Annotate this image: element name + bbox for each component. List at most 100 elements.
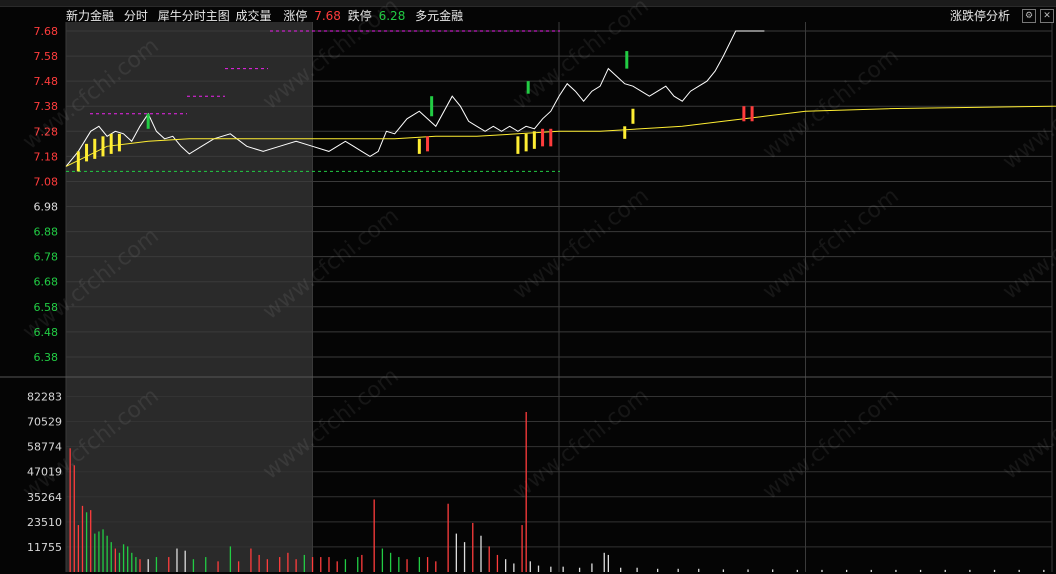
indicator-label[interactable]: 犀牛分时主图 — [158, 9, 230, 23]
volume-label[interactable]: 成交量 — [236, 9, 272, 23]
signal-candle — [93, 138, 97, 159]
volume-bar — [418, 557, 421, 572]
volume-bar — [504, 559, 507, 572]
volume-bar — [969, 569, 971, 572]
volume-bar — [139, 559, 141, 572]
volume-bar — [1018, 569, 1020, 572]
limit-down-value: 6.28 — [378, 9, 406, 23]
volume-bar — [529, 561, 531, 572]
volume-bar — [135, 557, 137, 572]
volume-bar — [250, 548, 252, 572]
signal-candle — [750, 106, 754, 122]
volume-bar — [463, 542, 466, 572]
watermark-text: www.cfchi.com — [998, 363, 1056, 484]
volume-bar — [488, 546, 490, 572]
volume-bar — [550, 566, 552, 572]
watermark-text: www.cfchi.com — [758, 383, 903, 504]
volume-bar — [591, 563, 593, 572]
price-tick-label: 7.48 — [34, 75, 59, 88]
volume-bar — [73, 465, 75, 572]
volume-bar — [127, 546, 129, 572]
signal-candle — [549, 128, 553, 147]
limit-up-label: 涨停 — [283, 9, 308, 23]
mode-label[interactable]: 分时 — [124, 9, 148, 23]
volume-bar — [796, 569, 798, 572]
volume-tick-label: 23510 — [27, 516, 62, 529]
volume-bar — [772, 569, 774, 572]
price-tick-label: 6.68 — [34, 276, 59, 289]
volume-bar — [94, 533, 96, 572]
price-tick-label: 7.58 — [34, 50, 59, 63]
volume-bar — [229, 546, 232, 572]
signal-candle — [76, 151, 80, 172]
volume-bar — [287, 552, 289, 572]
volume-bar — [944, 569, 946, 572]
volume-bar — [845, 569, 848, 572]
volume-bar — [122, 544, 125, 572]
price-tick-label: 7.18 — [34, 150, 59, 163]
volume-bar — [722, 569, 725, 572]
volume-bar — [398, 557, 400, 572]
volume-bar — [266, 559, 269, 572]
volume-bar — [895, 569, 897, 572]
settings-icon[interactable]: ⚙ — [1022, 9, 1036, 23]
volume-bar — [311, 557, 314, 572]
watermark-text: www.cfchi.com — [998, 183, 1056, 304]
volume-tick-label: 58774 — [27, 441, 62, 454]
price-tick-label: 6.98 — [34, 201, 59, 214]
signal-candle — [101, 136, 105, 157]
volume-bar — [406, 559, 408, 572]
price-tick-label: 7.08 — [34, 175, 59, 188]
volume-bar — [657, 568, 659, 572]
watermark-text: www.cfchi.com — [508, 183, 653, 304]
volume-bar — [426, 557, 429, 572]
volume-tick-label: 70529 — [27, 416, 62, 429]
volume-bar — [168, 557, 170, 572]
price-tick-label: 6.78 — [34, 251, 59, 264]
volume-bar — [106, 535, 108, 572]
volume-bar — [1043, 569, 1045, 572]
volume-bar — [184, 550, 186, 572]
volume-bar — [77, 525, 80, 572]
chart-header: 新力金融 分时 犀牛分时主图 成交量 涨停 7.68 跌停 6.28 多元金融 — [66, 6, 469, 26]
limit-down-label: 跌停 — [347, 9, 372, 23]
signal-candle — [146, 113, 150, 129]
watermark-text: www.cfchi.com — [508, 383, 653, 504]
volume-bar — [480, 535, 482, 572]
limit-analysis-button[interactable]: 涨跌停分析 — [950, 6, 1010, 26]
volume-bar — [237, 561, 240, 572]
volume-bar — [455, 533, 457, 572]
volume-bar — [205, 557, 207, 572]
volume-bar — [747, 569, 749, 572]
limit-up-value: 7.68 — [314, 9, 341, 23]
volume-bar — [447, 503, 449, 572]
volume-bar — [993, 569, 996, 572]
signal-candle — [109, 133, 113, 154]
signal-candle — [117, 133, 121, 152]
sector-label[interactable]: 多元金融 — [415, 9, 463, 23]
volume-bar — [344, 559, 347, 572]
stock-name[interactable]: 新力金融 — [66, 9, 114, 23]
volume-bar — [110, 542, 112, 572]
volume-bar — [328, 557, 330, 572]
watermark-text: www.cfchi.com — [758, 183, 903, 304]
volume-bar — [336, 561, 338, 572]
signal-candle — [417, 138, 421, 154]
signal-candle — [625, 51, 629, 69]
volume-bar — [176, 548, 178, 572]
signal-candle — [541, 128, 545, 147]
volume-bar — [389, 552, 392, 572]
price-tick-label: 6.88 — [34, 226, 59, 239]
volume-bar — [303, 554, 305, 572]
volume-bar — [373, 499, 375, 572]
volume-bar — [521, 525, 523, 572]
signal-candle — [430, 96, 434, 117]
close-icon[interactable]: ✕ — [1040, 9, 1054, 23]
volume-bar — [607, 554, 609, 572]
volume-bar — [295, 559, 297, 572]
volume-bar — [562, 566, 564, 572]
volume-bar — [320, 557, 322, 572]
price-tick-label: 7.68 — [34, 25, 59, 38]
signal-candle — [631, 108, 635, 124]
volume-bar — [81, 505, 84, 572]
